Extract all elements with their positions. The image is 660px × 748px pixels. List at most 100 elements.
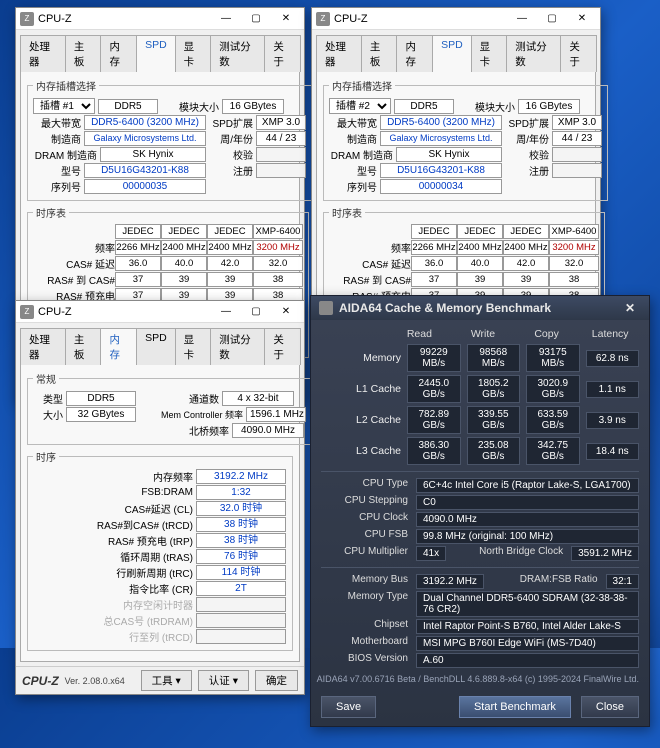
titlebar[interactable]: Z CPU-Z — ▢ ✕ xyxy=(16,8,304,30)
tab-about[interactable]: 关于 xyxy=(560,35,597,72)
aida-info-value: Intel Raptor Point-S B760, Intel Alder L… xyxy=(416,619,639,634)
aida-icon xyxy=(319,301,333,315)
part-label: 型号 xyxy=(329,163,377,178)
tab-cpu[interactable]: 处理器 xyxy=(316,35,362,72)
tab-mainboard[interactable]: 主板 xyxy=(361,35,398,72)
membus-value: 3192.2 MHz xyxy=(416,574,484,589)
mem-timing-label: 内存频率 xyxy=(33,469,193,484)
timing-cell: 3200 MHz xyxy=(253,240,303,255)
mem-size: 32 GBytes xyxy=(66,407,136,422)
minimize-button[interactable]: — xyxy=(508,10,536,28)
l1-row-label: L1 Cache xyxy=(321,383,401,395)
save-button[interactable]: Save xyxy=(321,696,376,718)
mc-label: Mem Controller 频率 xyxy=(139,408,243,421)
timing-cell: 2400 MHz xyxy=(161,240,207,255)
timing-col-2: JEDEC #8 xyxy=(207,224,253,239)
mem-timing-value: 38 时钟 xyxy=(196,533,286,548)
timing-row: CAS# 延迟36.040.042.032.0 xyxy=(329,256,599,271)
timing-cell: 36.0 xyxy=(115,256,161,271)
maximize-button[interactable]: ▢ xyxy=(242,303,270,321)
l2-write: 339.55 GB/s xyxy=(467,406,521,434)
aida-info-row: BIOS VersionA.60 xyxy=(321,653,639,668)
close-button[interactable]: Close xyxy=(581,696,639,718)
part-label: 型号 xyxy=(33,163,81,178)
tab-about[interactable]: 关于 xyxy=(264,35,301,72)
tab-memory[interactable]: 内存 xyxy=(100,35,137,72)
type-label: 类型 xyxy=(33,391,63,406)
tab-about[interactable]: 关于 xyxy=(264,328,301,365)
tab-bench[interactable]: 测试分数 xyxy=(210,328,265,365)
timing-row-label: 频率 xyxy=(33,240,115,255)
ok-button[interactable]: 确定 xyxy=(255,670,298,691)
aida-titlebar[interactable]: AIDA64 Cache & Memory Benchmark ✕ xyxy=(311,296,649,320)
start-benchmark-button[interactable]: Start Benchmark xyxy=(459,696,571,718)
tab-bench[interactable]: 测试分数 xyxy=(210,35,265,72)
timing-col-2: JEDEC #8 xyxy=(503,224,549,239)
tab-spd[interactable]: SPD xyxy=(136,328,176,365)
spdext-label: SPD扩展 xyxy=(505,115,549,130)
timing-cell: 42.0 xyxy=(207,256,253,271)
titlebar[interactable]: Z CPU-Z — ▢ ✕ xyxy=(16,301,304,323)
close-button[interactable]: ✕ xyxy=(619,301,641,315)
minimize-button[interactable]: — xyxy=(212,303,240,321)
timing-row-label: RAS# 到 CAS# xyxy=(33,272,115,287)
slot-select[interactable]: 插槽 #1 xyxy=(33,98,95,114)
aida-info-label: CPU FSB xyxy=(321,529,416,544)
tab-graphics[interactable]: 显卡 xyxy=(471,35,508,72)
tab-graphics[interactable]: 显卡 xyxy=(175,328,212,365)
dram-mfr-label: DRAM 制造商 xyxy=(33,147,97,162)
tab-bench[interactable]: 测试分数 xyxy=(506,35,561,72)
timing-legend: 时序 xyxy=(33,449,59,464)
mem-timing-row: FSB:DRAM1:32 xyxy=(33,485,287,500)
aida-info-row: CPU FSB99.8 MHz (original: 100 MHz) xyxy=(321,529,639,544)
row-l1: L1 Cache 2445.0 GB/s 1805.2 GB/s 3020.9 … xyxy=(321,375,639,403)
close-button[interactable]: ✕ xyxy=(272,303,300,321)
mem-timing-row: RAS# 预充电 (tRP)38 时钟 xyxy=(33,533,287,548)
tab-spd[interactable]: SPD xyxy=(136,35,176,72)
tab-mainboard[interactable]: 主板 xyxy=(65,35,102,72)
minimize-button[interactable]: — xyxy=(212,10,240,28)
mem-timing-row: 行刷新周期 (tRC)114 时钟 xyxy=(33,565,287,580)
mem-timing-value: 3192.2 MHz xyxy=(196,469,286,484)
close-button[interactable]: ✕ xyxy=(272,10,300,28)
mem-read: 99229 MB/s xyxy=(407,344,461,372)
multiplier-label: CPU Multiplier xyxy=(321,546,416,561)
slot-select[interactable]: 插槽 #2 xyxy=(329,98,391,114)
l3-lat: 18.4 ns xyxy=(586,443,640,460)
max-bandwidth: DDR5-6400 (3200 MHz) xyxy=(84,115,206,130)
slot-group-legend: 内存插槽选择 xyxy=(33,78,99,93)
l1-write: 1805.2 GB/s xyxy=(467,375,521,403)
nb-clock: 3591.2 MHz xyxy=(571,546,639,561)
tab-cpu[interactable]: 处理器 xyxy=(20,35,66,72)
aida-title: AIDA64 Cache & Memory Benchmark xyxy=(339,301,619,315)
timing-col-0: JEDEC #6 xyxy=(411,224,457,239)
tab-cpu[interactable]: 处理器 xyxy=(20,328,66,365)
timing-cell: 39 xyxy=(457,272,503,287)
mem-timing-label: 行刷新周期 (tRC) xyxy=(33,565,193,580)
week-year: 44 / 23 xyxy=(256,131,306,146)
maximize-button[interactable]: ▢ xyxy=(242,10,270,28)
verify-button[interactable]: 认证 ▾ xyxy=(198,670,249,691)
l1-lat: 1.1 ns xyxy=(586,381,640,398)
cpuz-version: Ver. 2.08.0.x64 xyxy=(65,676,125,686)
tab-spd[interactable]: SPD xyxy=(432,35,472,72)
size-label: 大小 xyxy=(33,407,63,422)
tools-button[interactable]: 工具 ▾ xyxy=(141,670,192,691)
timing-col-1: JEDEC #7 xyxy=(161,224,207,239)
ratio-value: 32:1 xyxy=(606,574,639,589)
mem-timing-value: 1:32 xyxy=(196,485,286,500)
registered xyxy=(552,163,602,178)
titlebar[interactable]: Z CPU-Z — ▢ ✕ xyxy=(312,8,600,30)
tab-mainboard[interactable]: 主板 xyxy=(65,328,102,365)
tab-bar: 处理器 主板 内存 SPD 显卡 测试分数 关于 xyxy=(16,323,304,364)
mem-timing-value: 2T xyxy=(196,581,286,596)
mem-type: DDR5 xyxy=(66,391,136,406)
tab-memory[interactable]: 内存 xyxy=(100,328,137,365)
serial-label: 序列号 xyxy=(33,179,81,194)
tab-graphics[interactable]: 显卡 xyxy=(175,35,212,72)
tab-memory[interactable]: 内存 xyxy=(396,35,433,72)
maximize-button[interactable]: ▢ xyxy=(538,10,566,28)
close-button[interactable]: ✕ xyxy=(568,10,596,28)
aida-info-label: BIOS Version xyxy=(321,653,416,668)
timings-legend: 时序表 xyxy=(33,205,69,220)
